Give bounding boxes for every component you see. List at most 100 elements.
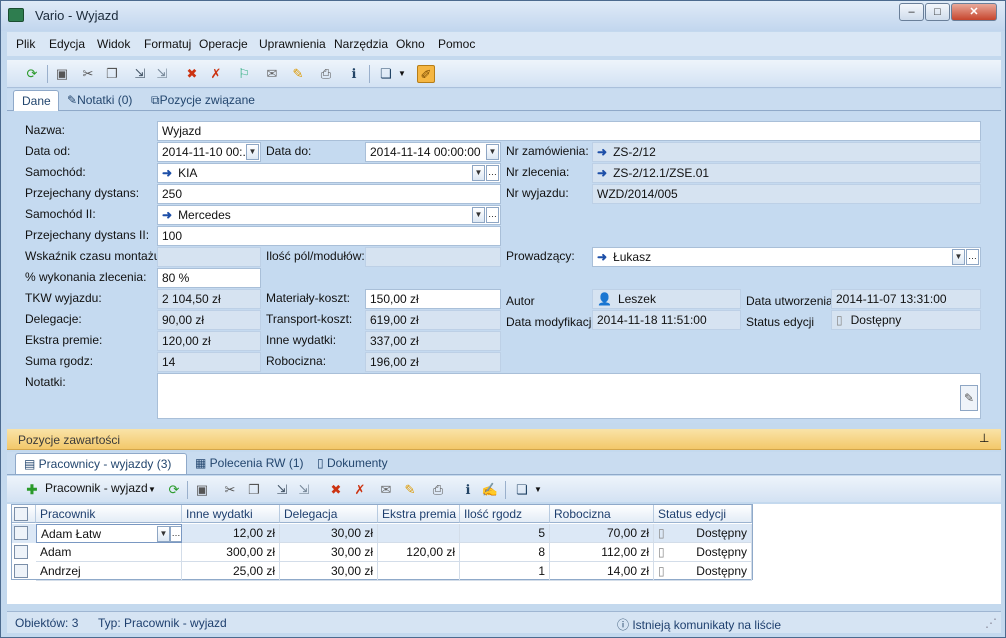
- link-arrow-icon: ➜: [597, 145, 608, 159]
- menu-narzedzia[interactable]: Narzędzia: [334, 37, 388, 51]
- notatki-field[interactable]: [157, 373, 981, 419]
- samochod2-dropdown-icon[interactable]: ▼: [472, 207, 485, 223]
- samochod2-ellipsis-button[interactable]: …: [486, 207, 499, 223]
- samochod-ellipsis-button[interactable]: …: [486, 165, 499, 181]
- cell-dropdown-icon[interactable]: ▼: [157, 526, 170, 542]
- samochod2-field[interactable]: ➜ Mercedes ▼…: [157, 205, 501, 225]
- ilosc-pol-field[interactable]: [365, 247, 501, 267]
- cell-ellipsis-button[interactable]: …: [170, 526, 181, 542]
- autor-field: 👤 Leszek: [592, 289, 741, 309]
- info-icon[interactable]: ℹ: [345, 65, 363, 83]
- stamp-icon[interactable]: ✉: [263, 65, 281, 83]
- refresh-icon[interactable]: ⟳: [23, 65, 41, 83]
- menu-okno[interactable]: Okno: [396, 37, 425, 51]
- tkw-label: TKW wyjazdu:: [25, 291, 102, 305]
- highlight-icon[interactable]: ✐: [417, 65, 435, 83]
- dystans2-field[interactable]: 100: [157, 226, 501, 246]
- grid-header-icon[interactable]: [12, 505, 36, 523]
- windows-icon[interactable]: ❏: [377, 65, 395, 83]
- tab-dokumenty[interactable]: ▯ Dokumenty: [309, 453, 396, 474]
- nazwa-field[interactable]: Wyjazd: [157, 121, 981, 141]
- save-icon[interactable]: ▣: [53, 65, 71, 83]
- tab-polecenia-rw[interactable]: ▦ Polecenia RW (1): [187, 453, 312, 474]
- tab-notatki[interactable]: ✎ Notatki (0): [59, 90, 140, 111]
- menu-formatuj[interactable]: Formatuj: [144, 37, 191, 51]
- col-pracownik[interactable]: Pracownik: [36, 505, 182, 523]
- samochod-dropdown-icon[interactable]: ▼: [472, 165, 485, 181]
- tab-dane[interactable]: Dane: [13, 90, 59, 111]
- paste-icon[interactable]: ⇲: [131, 65, 149, 83]
- menu-pomoc[interactable]: Pomoc: [438, 37, 475, 51]
- table-row[interactable]: Adam 300,00 zł 30,00 zł 120,00 zł 8 112,…: [12, 543, 752, 562]
- menu-edycja[interactable]: Edycja: [49, 37, 85, 51]
- cell-delegacja: 30,00 zł: [280, 543, 378, 562]
- add-worker-button[interactable]: Pracownik - wyjazd: [45, 481, 148, 495]
- wykonanie-field[interactable]: 80 %: [157, 268, 261, 288]
- print-icon[interactable]: ⎙: [317, 65, 335, 83]
- data-od-dropdown-icon[interactable]: ▼: [246, 144, 259, 160]
- status-type: Typ: Pracownik - wyjazd: [98, 616, 227, 630]
- document-icon: ▯: [836, 313, 843, 327]
- add-dropdown-icon[interactable]: ▼: [147, 481, 157, 499]
- col-inne-wydatki[interactable]: Inne wydatki: [182, 505, 280, 523]
- col-ilosc-rgodz[interactable]: Ilość rgodz: [460, 505, 550, 523]
- windows-dropdown-icon[interactable]: ▼: [533, 481, 543, 499]
- close-button[interactable]: ✕: [951, 3, 997, 21]
- table-row[interactable]: Andrzej 25,00 zł 30,00 zł 1 14,00 zł ▯ Do…: [12, 562, 752, 581]
- materialy-field[interactable]: 150,00 zł: [365, 289, 501, 309]
- paste-special-icon[interactable]: ⇲: [295, 481, 313, 499]
- resize-grip-icon[interactable]: ⋰: [985, 616, 997, 630]
- table-row[interactable]: Adam Łatw ▼… 12,00 zł 30,00 zł 5 70,00 zł…: [12, 524, 752, 543]
- delete-icon[interactable]: ✖: [327, 481, 345, 499]
- status-message[interactable]: ⓘ Istnieją komunikaty na liście: [617, 616, 781, 633]
- samochod-field[interactable]: ➜ KIA ▼…: [157, 163, 501, 183]
- copy-icon[interactable]: ❐: [103, 65, 121, 83]
- cut-icon[interactable]: ✂: [221, 481, 239, 499]
- data-od-field[interactable]: 2014-11-10 00:... ▼: [157, 142, 261, 162]
- delete-icon[interactable]: ✖: [183, 65, 201, 83]
- wskaznik-field[interactable]: [157, 247, 261, 267]
- menu-widok[interactable]: Widok: [97, 37, 130, 51]
- minimize-button[interactable]: –: [899, 3, 924, 21]
- remove-icon[interactable]: ✗: [207, 65, 225, 83]
- nazwa-label: Nazwa:: [25, 123, 66, 137]
- brush-icon[interactable]: ✎: [401, 481, 419, 499]
- info-icon[interactable]: ℹ: [459, 481, 477, 499]
- cell-pracownik[interactable]: Adam Łatw ▼…: [36, 524, 182, 543]
- pin-icon[interactable]: ⊥: [979, 431, 989, 445]
- windows-dropdown-icon[interactable]: ▼: [397, 65, 407, 83]
- data-do-field[interactable]: 2014-11-14 00:00:00 ▼: [365, 142, 501, 162]
- prowadzacy-field[interactable]: ➜ Łukasz ▼…: [592, 247, 981, 267]
- save-icon[interactable]: ▣: [193, 481, 211, 499]
- nr-zlecenia-field[interactable]: ➜ ZS-2/12.1/ZSE.01: [592, 163, 981, 183]
- col-ekstra-premia[interactable]: Ekstra premia: [378, 505, 460, 523]
- data-do-dropdown-icon[interactable]: ▼: [486, 144, 499, 160]
- col-robocizna[interactable]: Robocizna: [550, 505, 654, 523]
- menu-operacje[interactable]: Operacje: [199, 37, 248, 51]
- user-add-icon[interactable]: ⚐: [235, 65, 253, 83]
- remove-icon[interactable]: ✗: [351, 481, 369, 499]
- tab-pozycje-zwiazane[interactable]: ⧉ Pozycje związane: [143, 90, 263, 111]
- menu-plik[interactable]: Plik: [16, 37, 35, 51]
- copy-icon[interactable]: ❐: [245, 481, 263, 499]
- edit-icon[interactable]: ✍: [481, 481, 499, 499]
- paste-special-icon[interactable]: ⇲: [153, 65, 171, 83]
- add-icon[interactable]: ✚: [23, 481, 41, 499]
- notes-edit-icon[interactable]: ✎: [960, 385, 978, 411]
- windows-icon[interactable]: ❏: [513, 481, 531, 499]
- paste-icon[interactable]: ⇲: [273, 481, 291, 499]
- brush-icon[interactable]: ✎: [289, 65, 307, 83]
- prowadzacy-dropdown-icon[interactable]: ▼: [952, 249, 965, 265]
- nr-zamowienia-field[interactable]: ➜ ZS-2/12: [592, 142, 981, 162]
- dystans-field[interactable]: 250: [157, 184, 501, 204]
- col-status-edycji[interactable]: Status edycji: [654, 505, 752, 523]
- col-delegacja[interactable]: Delegacja: [280, 505, 378, 523]
- tab-pracownicy[interactable]: ▤ Pracownicy - wyjazdy (3): [15, 453, 187, 474]
- cut-icon[interactable]: ✂: [79, 65, 97, 83]
- stamp-icon[interactable]: ✉: [377, 481, 395, 499]
- print-icon[interactable]: ⎙: [429, 481, 447, 499]
- maximize-button[interactable]: □: [925, 3, 950, 21]
- refresh-icon[interactable]: ⟳: [165, 481, 183, 499]
- menu-uprawnienia[interactable]: Uprawnienia: [259, 37, 326, 51]
- prowadzacy-ellipsis-button[interactable]: …: [966, 249, 979, 265]
